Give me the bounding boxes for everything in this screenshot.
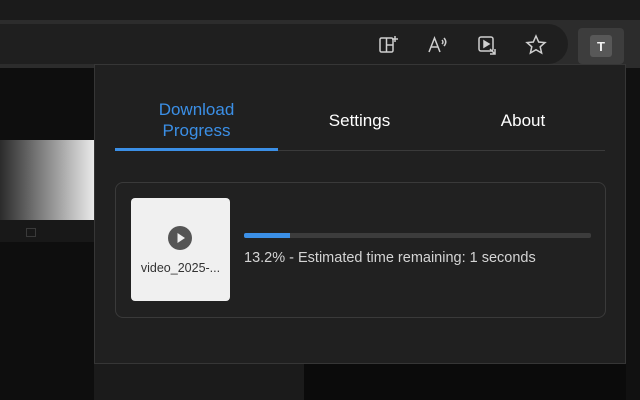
popup-tabs: Download Progress Settings About	[115, 89, 605, 151]
page-thumbnail-checkbox	[26, 228, 36, 237]
profile-avatar: T	[590, 35, 612, 57]
download-status-text: 13.2% - Estimated time remaining: 1 seco…	[244, 250, 536, 266]
video-file-name: video_2025-...	[140, 261, 221, 275]
page-thumbnail-bar	[0, 220, 94, 242]
media-cast-icon[interactable]	[474, 32, 500, 58]
download-progress-fill	[244, 233, 290, 238]
page-background-right	[626, 68, 640, 400]
tab-download-progress-label: Download Progress	[158, 100, 235, 140]
active-tab-indicator	[115, 148, 278, 151]
favorite-star-icon[interactable]	[523, 32, 549, 58]
profile-button[interactable]: T	[578, 28, 624, 64]
page-background-bottom	[94, 364, 304, 400]
extension-popup: Download Progress Settings About video_2…	[94, 64, 626, 364]
read-aloud-icon[interactable]	[424, 32, 450, 58]
download-item-card: video_2025-... 13.2% - Estimated time re…	[115, 182, 606, 318]
page-thumbnail	[0, 140, 94, 220]
tab-settings[interactable]: Settings	[278, 89, 441, 151]
tab-about[interactable]: About	[441, 89, 605, 151]
tab-about-label: About	[500, 110, 546, 130]
tab-download-progress[interactable]: Download Progress	[115, 89, 278, 151]
browser-tab-strip	[0, 0, 640, 20]
tab-settings-label: Settings	[328, 110, 391, 130]
play-circle-icon	[168, 226, 192, 250]
split-screen-icon[interactable]	[375, 32, 401, 58]
download-progress-bar	[244, 233, 591, 238]
video-thumbnail[interactable]: video_2025-...	[131, 198, 230, 301]
